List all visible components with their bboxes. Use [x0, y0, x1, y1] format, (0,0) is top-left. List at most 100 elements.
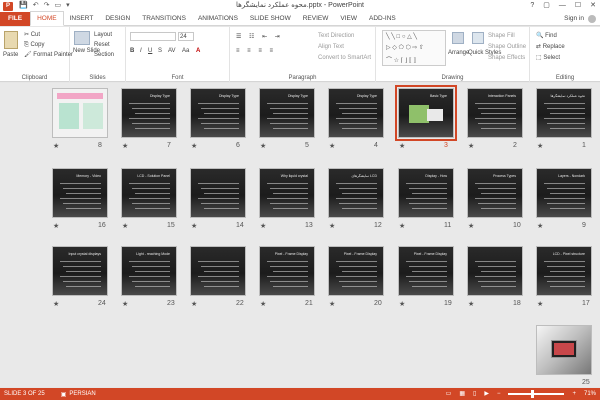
- arrange-icon[interactable]: [452, 32, 464, 44]
- slide-show-icon[interactable]: ▶: [484, 388, 489, 400]
- transition-star-icon[interactable]: ★: [329, 142, 335, 150]
- undo-icon[interactable]: ↶: [33, 1, 39, 11]
- font-color-button[interactable]: A: [196, 47, 200, 55]
- arrange-button[interactable]: Arrange: [448, 49, 469, 57]
- normal-view-icon[interactable]: ▭: [446, 388, 452, 400]
- tab-insert[interactable]: INSERT: [64, 12, 100, 26]
- slide-thumbnail[interactable]: Light - reaching Mode: [121, 246, 177, 296]
- transition-star-icon[interactable]: ★: [122, 142, 128, 150]
- transition-star-icon[interactable]: ★: [399, 300, 405, 308]
- slide-thumbnail[interactable]: Memory - Video: [52, 168, 108, 218]
- tab-transitions[interactable]: TRANSITIONS: [136, 12, 192, 26]
- slide-thumbnail[interactable]: LCD - Pixel structure: [536, 246, 592, 296]
- transition-star-icon[interactable]: ★: [399, 222, 405, 230]
- save-icon[interactable]: 💾: [19, 1, 28, 11]
- customize-qat-icon[interactable]: ▾: [66, 1, 70, 11]
- slide-thumbnail[interactable]: Why liquid crystal: [259, 168, 315, 218]
- text-direction-button[interactable]: Text Direction: [318, 32, 354, 40]
- language-indicator[interactable]: ▣ PERSIAN: [61, 391, 96, 398]
- minimize-button[interactable]: —: [559, 0, 566, 12]
- zoom-level[interactable]: 71%: [584, 388, 596, 400]
- transition-star-icon[interactable]: ★: [191, 142, 197, 150]
- ribbon-display-icon[interactable]: ▢: [543, 0, 550, 12]
- align-text-button[interactable]: Align Text: [318, 43, 344, 51]
- tab-design[interactable]: DESIGN: [99, 12, 136, 26]
- change-case-button[interactable]: Aa: [182, 47, 189, 55]
- help-icon[interactable]: ?: [530, 0, 534, 12]
- shapes-gallery[interactable]: ╲ ╲ □ ○ △ ╲ ▷ ◇ ⬠ ⬡ ⇨ ⇧ ⌒ ☆ ⌈ ⌋ ⟦ ⟧: [382, 30, 446, 66]
- tab-add-ins[interactable]: ADD-INS: [363, 12, 402, 26]
- italic-button[interactable]: I: [140, 47, 142, 55]
- slide-thumbnail[interactable]: Display - How: [398, 168, 454, 218]
- paste-icon[interactable]: [4, 31, 18, 49]
- transition-star-icon[interactable]: ★: [468, 222, 474, 230]
- zoom-slider[interactable]: [508, 390, 565, 398]
- reading-view-icon[interactable]: ▯: [473, 388, 476, 400]
- transition-star-icon[interactable]: ★: [53, 222, 59, 230]
- tab-file[interactable]: FILE: [0, 11, 31, 26]
- font-name-combo[interactable]: [130, 32, 176, 41]
- strikethrough-button[interactable]: S: [158, 47, 162, 55]
- slide-thumbnail[interactable]: [52, 88, 108, 138]
- shape-outline-button[interactable]: Shape Outline: [488, 43, 526, 51]
- tab-home[interactable]: HOME: [30, 11, 64, 26]
- slide-sorter-view-icon[interactable]: ▦: [459, 388, 465, 400]
- tab-review[interactable]: REVIEW: [297, 12, 335, 26]
- transition-star-icon[interactable]: ★: [399, 142, 405, 150]
- zoom-in-button[interactable]: +: [572, 388, 576, 400]
- zoom-out-button[interactable]: −: [497, 388, 501, 400]
- replace-button[interactable]: ⇄ Replace: [536, 43, 565, 51]
- format-painter-button[interactable]: 🖌 Format Painter: [24, 51, 73, 59]
- cut-button[interactable]: ✂ Cut: [24, 31, 40, 39]
- transition-star-icon[interactable]: ★: [537, 222, 543, 230]
- transition-star-icon[interactable]: ★: [122, 222, 128, 230]
- slide-thumbnail[interactable]: [467, 246, 523, 296]
- slide-thumbnail[interactable]: Pixel - Frame Display: [259, 246, 315, 296]
- section-button[interactable]: Section: [94, 51, 114, 59]
- slide-thumbnail[interactable]: Basic Type: [395, 85, 457, 141]
- account-icon[interactable]: [588, 15, 596, 23]
- transition-star-icon[interactable]: ★: [53, 300, 59, 308]
- character-spacing-button[interactable]: AV: [168, 47, 176, 55]
- slide-thumbnail[interactable]: [190, 246, 246, 296]
- transition-star-icon[interactable]: ★: [122, 300, 128, 308]
- slide-thumbnail[interactable]: Pixel - Frame Display: [398, 246, 454, 296]
- transition-star-icon[interactable]: ★: [537, 300, 543, 308]
- transition-star-icon[interactable]: ★: [191, 300, 197, 308]
- list-buttons[interactable]: ☰ ☷ ⇤ ⇥: [236, 33, 283, 41]
- transition-star-icon[interactable]: ★: [53, 142, 59, 150]
- transition-star-icon[interactable]: ★: [329, 222, 335, 230]
- find-button[interactable]: 🔍 Find: [536, 32, 557, 40]
- close-button[interactable]: ✕: [590, 0, 596, 12]
- select-button[interactable]: ⬚ Select: [536, 54, 560, 62]
- font-size-combo[interactable]: 24: [178, 32, 194, 41]
- bold-button[interactable]: B: [130, 47, 134, 55]
- present-icon[interactable]: ▭: [54, 1, 61, 11]
- transition-star-icon[interactable]: ★: [329, 300, 335, 308]
- transition-star-icon[interactable]: ★: [191, 222, 197, 230]
- sign-in[interactable]: Sign in: [564, 12, 596, 26]
- slide-thumbnail[interactable]: Layers - Nondark: [536, 168, 592, 218]
- transition-star-icon[interactable]: ★: [260, 222, 266, 230]
- layout-button[interactable]: Layout: [94, 31, 112, 39]
- shape-fill-button[interactable]: Shape Fill: [488, 32, 515, 40]
- new-slide-icon[interactable]: [74, 31, 90, 45]
- transition-star-icon[interactable]: ★: [468, 300, 474, 308]
- slide-thumbnail[interactable]: نمایشگرهای LCD: [328, 168, 384, 218]
- slide-thumbnail[interactable]: Display Type: [259, 88, 315, 138]
- maximize-button[interactable]: ☐: [575, 0, 581, 12]
- tab-slide-show[interactable]: SLIDE SHOW: [244, 12, 297, 26]
- slide-thumbnail[interactable]: Process Types: [467, 168, 523, 218]
- slide-thumbnail[interactable]: Input crystal displays: [52, 246, 108, 296]
- tab-view[interactable]: VIEW: [334, 12, 363, 26]
- transition-star-icon[interactable]: ★: [260, 142, 266, 150]
- transition-star-icon[interactable]: ★: [468, 142, 474, 150]
- slide-thumbnail[interactable]: Display Type: [190, 88, 246, 138]
- redo-icon[interactable]: ↷: [44, 1, 50, 11]
- paste-button[interactable]: Paste: [3, 51, 18, 59]
- slide-thumbnail[interactable]: Display Type: [328, 88, 384, 138]
- transition-star-icon[interactable]: ★: [260, 300, 266, 308]
- reset-button[interactable]: Reset: [94, 41, 110, 49]
- slide-thumbnail[interactable]: نحوه عملکرد نمایشگرها: [536, 88, 592, 138]
- shape-effects-button[interactable]: Shape Effects: [488, 54, 525, 62]
